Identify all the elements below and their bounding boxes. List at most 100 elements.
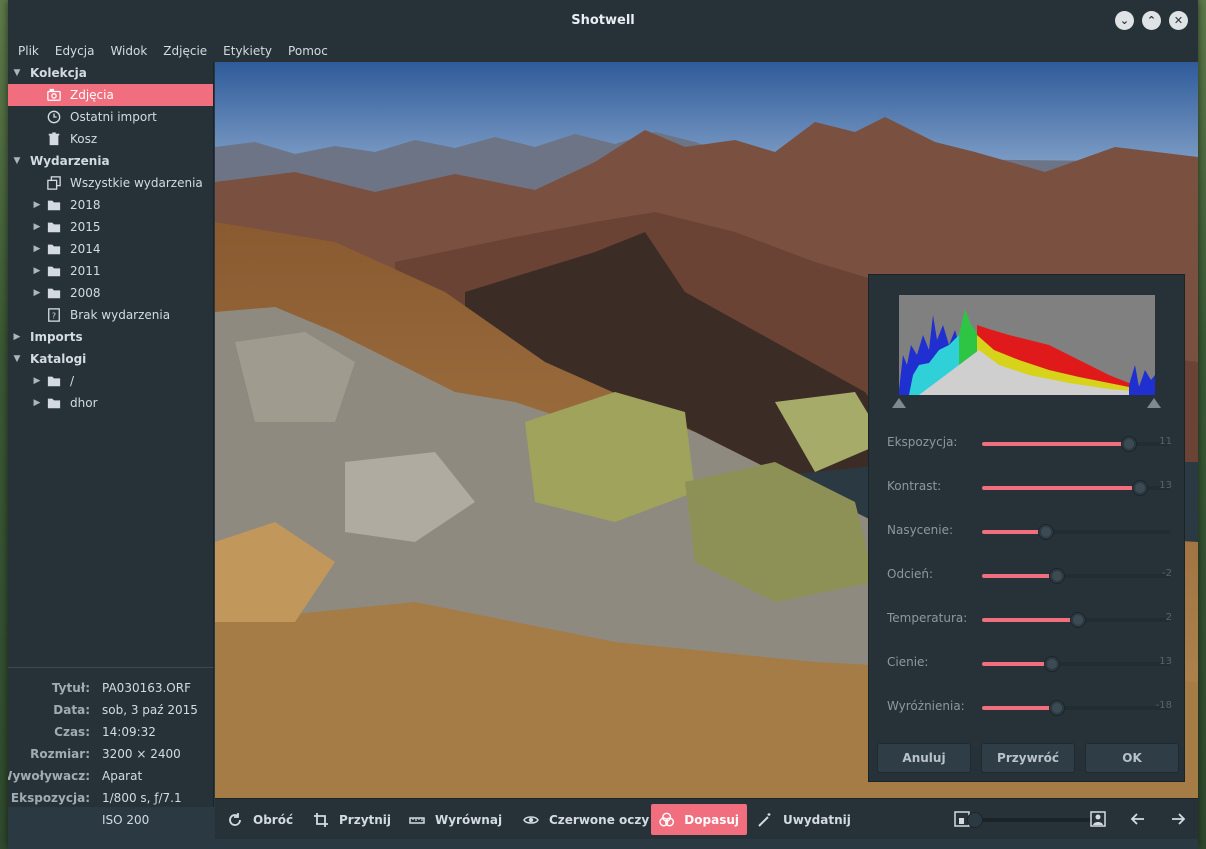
sidebar-item-zdjecia[interactable]: Zdjęcia [8,84,213,106]
next-photo-icon[interactable] [1169,810,1187,828]
sidebar-section-katalogi[interactable]: ▼ Katalogi [8,348,213,370]
crop-button[interactable]: Przytnij [305,804,399,835]
sidebar-item-wszystkie-wydarzenia[interactable]: Wszystkie wydarzenia [8,172,213,194]
sidebar-item-label: 2008 [70,286,101,300]
slider-track[interactable] [982,612,1170,628]
previous-photo-icon[interactable] [1129,810,1147,828]
slider-row: Temperatura: 2 [869,609,1186,629]
rotate-button[interactable]: Obróć [219,804,301,835]
redeye-button[interactable]: Czerwone oczy [515,804,657,835]
enhance-button[interactable]: Uwydatnij [749,804,859,835]
info-row-exposure: Ekspozycja: 1/800 s, ƒ/7.1 [8,787,214,809]
reset-button[interactable]: Przywróć [981,743,1075,773]
slider-knob[interactable] [1049,700,1065,716]
shotwell-window: Shotwell ⌄ ⌃ ✕ Plik Edycja Widok Zdjęcie… [8,0,1198,849]
expand-arrow-icon[interactable]: ▶ [32,266,42,276]
slider-knob[interactable] [1070,612,1086,628]
straighten-label: Wyrównaj [435,812,503,827]
expand-arrow-icon[interactable]: ▶ [32,398,42,408]
folder-icon [46,241,62,257]
expand-arrow-icon[interactable]: ▼ [12,354,22,364]
slider-knob[interactable] [1121,436,1137,452]
info-value: ISO 200 [102,813,150,827]
sidebar-item-2014[interactable]: ▶ 2014 [8,238,213,260]
sidebar: ▼ Kolekcja Zdjęcia Ostatni import Kosz ▼… [8,62,214,667]
slider-value: 11 [1159,436,1172,447]
slider-knob[interactable] [1038,524,1054,540]
slider-fill [982,662,1052,666]
section-label: Wydarzenia [30,154,110,168]
slider-row: Kontrast: 13 [869,477,1186,497]
expand-arrow-icon[interactable]: ▶ [32,288,42,298]
slider-fill [982,442,1129,446]
menu-zdjecie[interactable]: Zdjęcie [163,44,207,58]
zoom-in-icon[interactable] [1089,810,1107,828]
menu-plik[interactable]: Plik [18,44,39,58]
slider-track[interactable] [982,568,1170,584]
zoom-slider-track[interactable] [973,818,1093,822]
menu-edycja[interactable]: Edycja [55,44,95,58]
events-icon [46,175,62,191]
expand-arrow-icon[interactable]: ▼ [12,68,22,78]
ok-button[interactable]: OK [1085,743,1179,773]
info-value: sob, 3 paź 2015 [102,703,198,717]
folder-icon [46,373,62,389]
sidebar-item-2015[interactable]: ▶ 2015 [8,216,213,238]
expand-arrow-icon[interactable]: ▶ [32,244,42,254]
slider-knob[interactable] [1132,480,1148,496]
expand-arrow-icon[interactable]: ▶ [32,376,42,386]
slider-row: Ekspozycja: 11 [869,433,1186,453]
info-value: PA030163.ORF [102,681,191,695]
trash-icon [46,131,62,147]
sidebar-item-kosz[interactable]: Kosz [8,128,213,150]
cancel-button[interactable]: Anuluj [877,743,971,773]
sidebar-section-imports[interactable]: ▶ Imports [8,326,213,348]
histogram-low-handle[interactable] [892,398,906,408]
adjust-button[interactable]: Dopasuj [651,804,747,835]
menu-pomoc[interactable]: Pomoc [288,44,328,58]
window-bottom-edge [8,839,1198,849]
folder-icon [46,395,62,411]
sidebar-item-label: dhor [70,396,98,410]
zoom-slider-knob[interactable] [967,812,983,828]
sidebar-item-label: Wszystkie wydarzenia [70,176,203,190]
eye-icon [523,815,539,824]
sidebar-item-brak-wydarzenia[interactable]: ? Brak wydarzenia [8,304,213,326]
slider-track[interactable] [982,436,1170,452]
slider-label: Wyróżnienia: [887,699,965,713]
info-row-time: Czas: 14:09:32 [8,721,214,743]
minimize-button[interactable]: ⌄ [1115,11,1134,30]
expand-arrow-icon[interactable]: ▼ [12,156,22,166]
straighten-button[interactable]: Wyrównaj [401,804,510,835]
section-label: Kolekcja [30,66,87,80]
slider-track[interactable] [982,524,1170,540]
sidebar-item-2008[interactable]: ▶ 2008 [8,282,213,304]
slider-knob[interactable] [1044,656,1060,672]
slider-knob[interactable] [1049,568,1065,584]
menu-widok[interactable]: Widok [110,44,147,58]
crop-icon [314,812,328,827]
histogram-high-handle[interactable] [1147,398,1161,408]
info-key: Ekspozycja: [10,791,90,805]
expand-arrow-icon[interactable]: ▶ [32,200,42,210]
info-row-developer: Wywoływacz: Aparat [8,765,214,787]
slider-row: Cienie: 13 [869,653,1186,673]
slider-track[interactable] [982,480,1170,496]
folder-icon [46,219,62,235]
close-button[interactable]: ✕ [1169,11,1188,30]
slider-track[interactable] [982,700,1170,716]
expand-arrow-icon[interactable]: ▶ [32,222,42,232]
sidebar-item-2011[interactable]: ▶ 2011 [8,260,213,282]
info-key: Rozmiar: [30,747,90,761]
menu-etykiety[interactable]: Etykiety [223,44,272,58]
slider-label: Nasycenie: [887,523,954,537]
slider-track[interactable] [982,656,1170,672]
sidebar-item-root-folder[interactable]: ▶ / [8,370,213,392]
maximize-button[interactable]: ⌃ [1142,11,1161,30]
expand-arrow-icon[interactable]: ▶ [12,332,22,342]
sidebar-item-ostatni-import[interactable]: Ostatni import [8,106,213,128]
sidebar-item-dhor[interactable]: ▶ dhor [8,392,213,414]
sidebar-section-wydarzenia[interactable]: ▼ Wydarzenia [8,150,213,172]
sidebar-section-kolekcja[interactable]: ▼ Kolekcja [8,62,213,84]
sidebar-item-2018[interactable]: ▶ 2018 [8,194,213,216]
